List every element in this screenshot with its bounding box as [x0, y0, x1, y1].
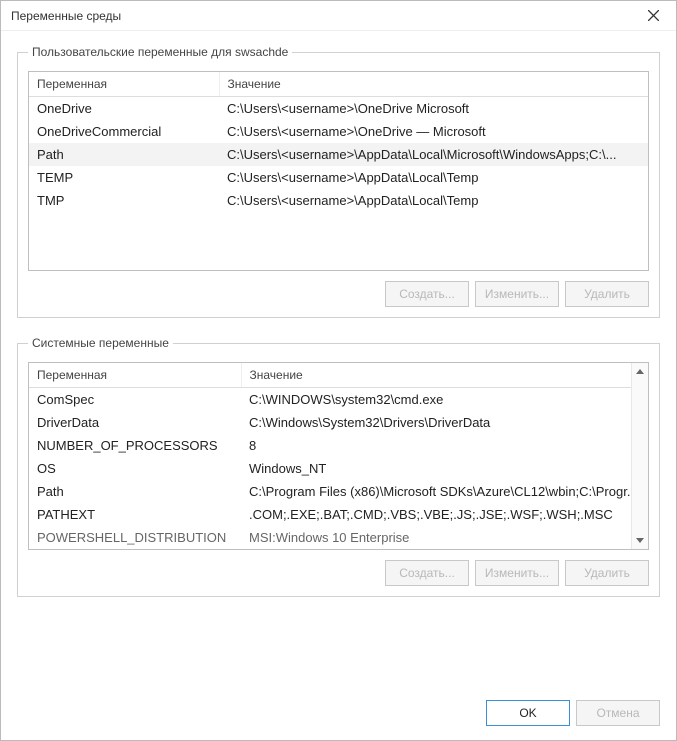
user-edit-button[interactable]: Изменить...: [475, 281, 559, 307]
system-variables-group: Системные переменные Переменная Значение…: [17, 336, 660, 597]
user-row-name: OneDrive: [29, 97, 219, 121]
system-row-value: AMD64: [241, 549, 648, 550]
user-row-name: TMP: [29, 189, 219, 212]
system-button-row: Создать... Изменить... Удалить: [28, 560, 649, 586]
user-row-name: Path: [29, 143, 219, 166]
user-row-value: C:\Users\<username>\AppData\Local\Micros…: [219, 143, 648, 166]
sys-col-name[interactable]: Переменная: [29, 363, 241, 388]
system-row-value: 8: [241, 434, 648, 457]
user-group-legend: Пользовательские переменные для swsachde: [28, 45, 292, 59]
dialog-footer: OK Отмена: [1, 692, 676, 740]
system-variables-table[interactable]: Переменная Значение ComSpecC:\WINDOWS\sy…: [29, 363, 648, 550]
system-row-name: Path: [29, 480, 241, 503]
system-row-value: Windows_NT: [241, 457, 648, 480]
user-col-name[interactable]: Переменная: [29, 72, 219, 97]
environment-variables-dialog: Переменные среды Пользовательские переме…: [0, 0, 677, 741]
system-variables-table-wrap: Переменная Значение ComSpecC:\WINDOWS\sy…: [28, 362, 649, 550]
system-row-name: PROCESSOR_ARCHITECTURE: [29, 549, 241, 550]
system-row-name: DriverData: [29, 411, 241, 434]
window-title: Переменные среды: [11, 9, 121, 23]
user-row-value: C:\Users\<username>\OneDrive Microsoft: [219, 97, 648, 121]
close-button[interactable]: [638, 2, 668, 30]
scrollbar[interactable]: [631, 363, 648, 549]
system-row[interactable]: PROCESSOR_ARCHITECTUREAMD64: [29, 549, 648, 550]
user-delete-button[interactable]: Удалить: [565, 281, 649, 307]
system-group-legend: Системные переменные: [28, 336, 173, 350]
user-row[interactable]: TEMPC:\Users\<username>\AppData\Local\Te…: [29, 166, 648, 189]
system-row-name: NUMBER_OF_PROCESSORS: [29, 434, 241, 457]
system-row[interactable]: PATHEXT.COM;.EXE;.BAT;.CMD;.VBS;.VBE;.JS…: [29, 503, 648, 526]
user-col-value[interactable]: Значение: [219, 72, 648, 97]
system-row-value: .COM;.EXE;.BAT;.CMD;.VBS;.VBE;.JS;.JSE;.…: [241, 503, 648, 526]
system-row[interactable]: NUMBER_OF_PROCESSORS8: [29, 434, 648, 457]
user-row[interactable]: PathC:\Users\<username>\AppData\Local\Mi…: [29, 143, 648, 166]
user-row-value: C:\Users\<username>\OneDrive — Microsoft: [219, 120, 648, 143]
user-row-name: TEMP: [29, 166, 219, 189]
titlebar: Переменные среды: [1, 1, 676, 31]
system-row[interactable]: ComSpecC:\WINDOWS\system32\cmd.exe: [29, 388, 648, 412]
system-row-value: C:\WINDOWS\system32\cmd.exe: [241, 388, 648, 412]
system-row-name: OS: [29, 457, 241, 480]
user-variables-group: Пользовательские переменные для swsachde…: [17, 45, 660, 318]
system-row-name: ComSpec: [29, 388, 241, 412]
user-new-button[interactable]: Создать...: [385, 281, 469, 307]
system-row-value: C:\Program Files (x86)\Microsoft SDKs\Az…: [241, 480, 648, 503]
dialog-content: Пользовательские переменные для swsachde…: [1, 31, 676, 692]
system-row[interactable]: DriverDataC:\Windows\System32\Drivers\Dr…: [29, 411, 648, 434]
user-row-name: OneDriveCommercial: [29, 120, 219, 143]
close-icon: [648, 10, 659, 21]
user-row[interactable]: OneDriveCommercialC:\Users\<username>\On…: [29, 120, 648, 143]
user-variables-table-wrap: Переменная Значение OneDriveC:\Users\<us…: [28, 71, 649, 271]
user-row-value: C:\Users\<username>\AppData\Local\Temp: [219, 189, 648, 212]
ok-button[interactable]: OK: [486, 700, 570, 726]
user-variables-table[interactable]: Переменная Значение OneDriveC:\Users\<us…: [29, 72, 648, 212]
sys-col-value[interactable]: Значение: [241, 363, 648, 388]
system-row[interactable]: OSWindows_NT: [29, 457, 648, 480]
system-row-name: POWERSHELL_DISTRIBUTION: [29, 526, 241, 549]
system-row[interactable]: PathC:\Program Files (x86)\Microsoft SDK…: [29, 480, 648, 503]
user-row[interactable]: TMPC:\Users\<username>\AppData\Local\Tem…: [29, 189, 648, 212]
user-button-row: Создать... Изменить... Удалить: [28, 281, 649, 307]
system-row-value: MSI:Windows 10 Enterprise: [241, 526, 648, 549]
system-edit-button[interactable]: Изменить...: [475, 560, 559, 586]
system-delete-button[interactable]: Удалить: [565, 560, 649, 586]
system-row[interactable]: POWERSHELL_DISTRIBUTIONMSI:Windows 10 En…: [29, 526, 648, 549]
system-new-button[interactable]: Создать...: [385, 560, 469, 586]
cancel-button[interactable]: Отмена: [576, 700, 660, 726]
system-row-name: PATHEXT: [29, 503, 241, 526]
system-row-value: C:\Windows\System32\Drivers\DriverData: [241, 411, 648, 434]
user-row[interactable]: OneDriveC:\Users\<username>\OneDrive Mic…: [29, 97, 648, 121]
user-row-value: C:\Users\<username>\AppData\Local\Temp: [219, 166, 648, 189]
